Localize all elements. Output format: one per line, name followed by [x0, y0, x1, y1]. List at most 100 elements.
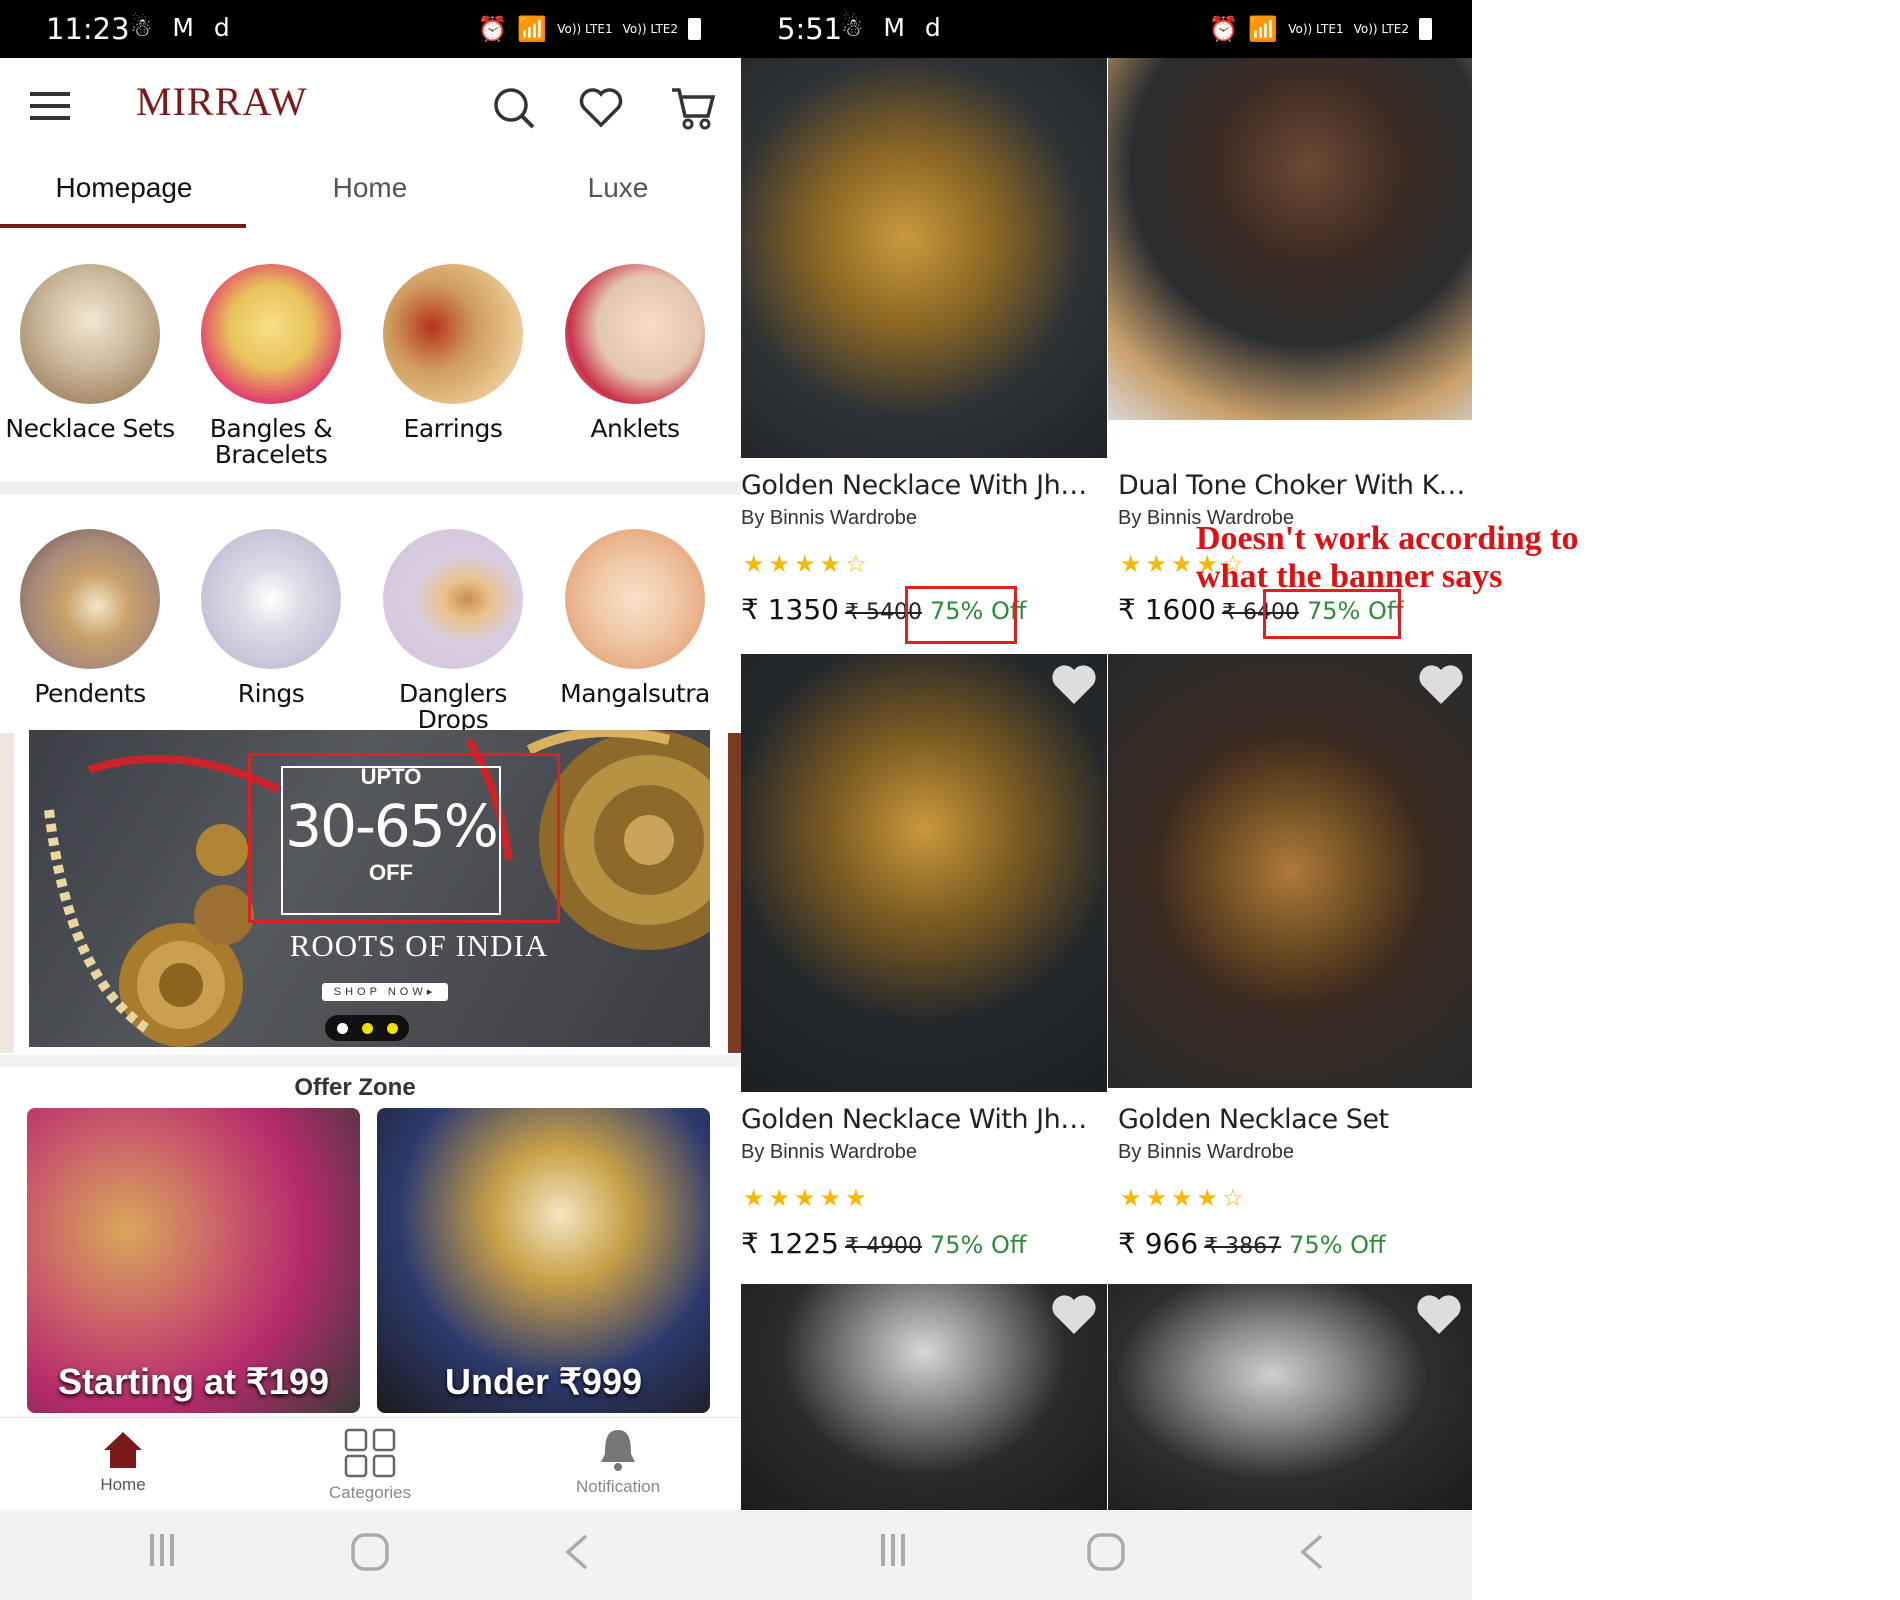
tab-luxe[interactable]: Luxe	[498, 172, 738, 204]
product-price: ₹ 966	[1118, 1227, 1199, 1260]
category-label: Necklace Sets	[5, 414, 175, 443]
wifi-icon: 📶	[517, 15, 548, 43]
search-icon[interactable]	[492, 86, 536, 130]
status-notification-icons: ☃ M d	[130, 13, 236, 42]
category-label: Anklets	[590, 414, 680, 443]
network-label-2: Vo)) LTE2	[1353, 22, 1409, 36]
status-bar: 5:51 ☃ M d ⏰ 📶 Vo)) LTE1 Vo)) LTE2	[741, 0, 1472, 58]
section-divider	[0, 1055, 741, 1067]
alarm-icon: ⏰	[1208, 15, 1239, 43]
tab-homepage[interactable]: Homepage	[4, 172, 244, 204]
category-necklace-sets[interactable]: Necklace Sets	[5, 264, 175, 442]
product-rating-stars: ★★★★☆	[1120, 1185, 1248, 1212]
status-bar: 11:23 ☃ M d ⏰ 📶 Vo)) LTE1 Vo)) LTE2	[0, 0, 741, 58]
network-label-2: Vo)) LTE2	[622, 22, 678, 36]
category-earrings[interactable]: Earrings	[368, 264, 538, 442]
product-discount: 75% Off	[929, 1231, 1027, 1259]
category-mangalsutra[interactable]: Mangalsutra	[550, 529, 720, 707]
product-rating-stars: ★★★★★	[743, 1185, 871, 1212]
wishlist-heart-icon[interactable]	[1416, 1294, 1462, 1336]
highlight-box-discount	[905, 586, 1017, 644]
category-anklets[interactable]: Anklets	[550, 264, 720, 442]
wishlist-heart-icon[interactable]	[1051, 664, 1097, 706]
tab-home[interactable]: Home	[250, 172, 490, 204]
offer-card-under-999[interactable]: Under ₹999	[377, 1108, 710, 1413]
wishlist-heart-icon[interactable]	[1418, 664, 1464, 706]
alarm-icon: ⏰	[477, 15, 508, 43]
battery-icon	[1419, 18, 1432, 40]
product-price: ₹ 1350	[741, 593, 839, 626]
android-nav-bar	[741, 1510, 1472, 1600]
cart-icon[interactable]	[670, 86, 716, 130]
offer-card-label: Under ₹999	[445, 1361, 642, 1402]
product-old-price: ₹ 3867	[1204, 1234, 1282, 1259]
carousel-prev-peek[interactable]	[0, 733, 14, 1053]
nav-home-label: Home	[100, 1475, 146, 1494]
carousel-next-peek[interactable]	[728, 733, 741, 1053]
offer-zone-title: Offer Zone	[294, 1074, 416, 1101]
mirraw-logo[interactable]: MIRRAW	[136, 78, 308, 125]
earrings-image	[383, 264, 523, 404]
wishlist-heart-icon[interactable]	[579, 88, 623, 128]
highlight-box-banner	[248, 753, 560, 923]
banner-shop-now-button[interactable]: SHOP NOW▸	[322, 983, 448, 1001]
banner-tagline: ROOTS OF INDIA	[289, 928, 549, 963]
product-seller: By Binnis Wardrobe	[1118, 1141, 1294, 1163]
mangalsutra-image	[565, 529, 705, 669]
status-notification-icons: ☃ M d	[841, 13, 947, 42]
product-seller: By Binnis Wardrobe	[741, 1141, 917, 1163]
recent-apps-icon[interactable]	[879, 1532, 911, 1568]
product-card[interactable]: Golden Necklace Set By Binnis Wardrobe ★…	[1108, 654, 1472, 1284]
nav-notification[interactable]: Notification	[543, 1428, 693, 1497]
battery-icon	[688, 18, 701, 40]
product-title: Golden Necklace Set	[1118, 1104, 1389, 1135]
nav-home[interactable]: Home	[48, 1428, 198, 1495]
category-label: Danglers Drops	[399, 679, 507, 734]
product-price-row: ₹ 1225 ₹ 4900 75% Off	[741, 1227, 1026, 1260]
product-title: Golden Necklace With Jhu...	[741, 470, 1096, 501]
category-rings[interactable]: Rings	[186, 529, 356, 707]
nav-categories[interactable]: Categories	[295, 1428, 445, 1503]
network-label-1: Vo)) LTE1	[557, 22, 613, 36]
bottom-navigation: Home Categories Notification	[0, 1417, 741, 1511]
back-icon[interactable]	[562, 1532, 592, 1572]
home-button-icon[interactable]	[350, 1532, 390, 1572]
wifi-icon: 📶	[1248, 15, 1279, 43]
recent-apps-icon[interactable]	[148, 1532, 180, 1568]
category-label: Pendents	[34, 679, 146, 708]
product-old-price: ₹ 4900	[844, 1234, 922, 1259]
bangles-image	[201, 264, 341, 404]
product-image[interactable]	[1108, 1284, 1472, 1510]
status-right-icons: ⏰ 📶 Vo)) LTE1 Vo)) LTE2	[1208, 15, 1432, 43]
back-icon[interactable]	[1297, 1532, 1327, 1572]
top-tabs: Homepage Home Luxe	[0, 158, 741, 229]
highlight-box-discount	[1263, 589, 1401, 639]
left-phone-screen: 11:23 ☃ M d ⏰ 📶 Vo)) LTE1 Vo)) LTE2 MIRR…	[0, 0, 741, 1600]
status-time: 11:23	[46, 12, 130, 46]
product-rating-stars: ★★★★☆	[743, 551, 871, 578]
category-bangles-bracelets[interactable]: Bangles & Bracelets	[186, 264, 356, 468]
nav-notification-label: Notification	[575, 1477, 661, 1496]
carousel-dot[interactable]	[387, 1023, 398, 1034]
anklets-image	[565, 264, 705, 404]
app-bar: MIRRAW	[0, 58, 741, 158]
product-image[interactable]	[741, 1284, 1107, 1510]
category-danglers-drops[interactable]: Danglers Drops	[368, 529, 538, 733]
wishlist-heart-icon[interactable]	[1051, 1294, 1097, 1336]
product-price-row: ₹ 966 ₹ 3867 75% Off	[1118, 1227, 1386, 1260]
right-phone-screen: 5:51 ☃ M d ⏰ 📶 Vo)) LTE1 Vo)) LTE2 Golde…	[741, 0, 1472, 1600]
home-icon	[104, 1432, 142, 1468]
category-row-1: Necklace Sets Bangles & Bracelets Earrin…	[0, 228, 741, 480]
menu-icon[interactable]	[30, 90, 72, 122]
home-button-icon[interactable]	[1086, 1532, 1126, 1572]
product-title: Dual Tone Choker With Kar...	[1118, 470, 1472, 501]
product-image	[741, 654, 1107, 1092]
product-seller: By Binnis Wardrobe	[741, 507, 917, 529]
offer-card-starting-199[interactable]: Starting at ₹199	[27, 1108, 360, 1413]
product-image	[1108, 58, 1472, 420]
status-time: 5:51	[777, 12, 843, 46]
carousel-dot-active[interactable]	[337, 1023, 348, 1034]
carousel-dot[interactable]	[362, 1023, 373, 1034]
product-card[interactable]: Golden Necklace With Jhu... By Binnis Wa…	[741, 654, 1107, 1284]
category-pendents[interactable]: Pendents	[5, 529, 175, 707]
